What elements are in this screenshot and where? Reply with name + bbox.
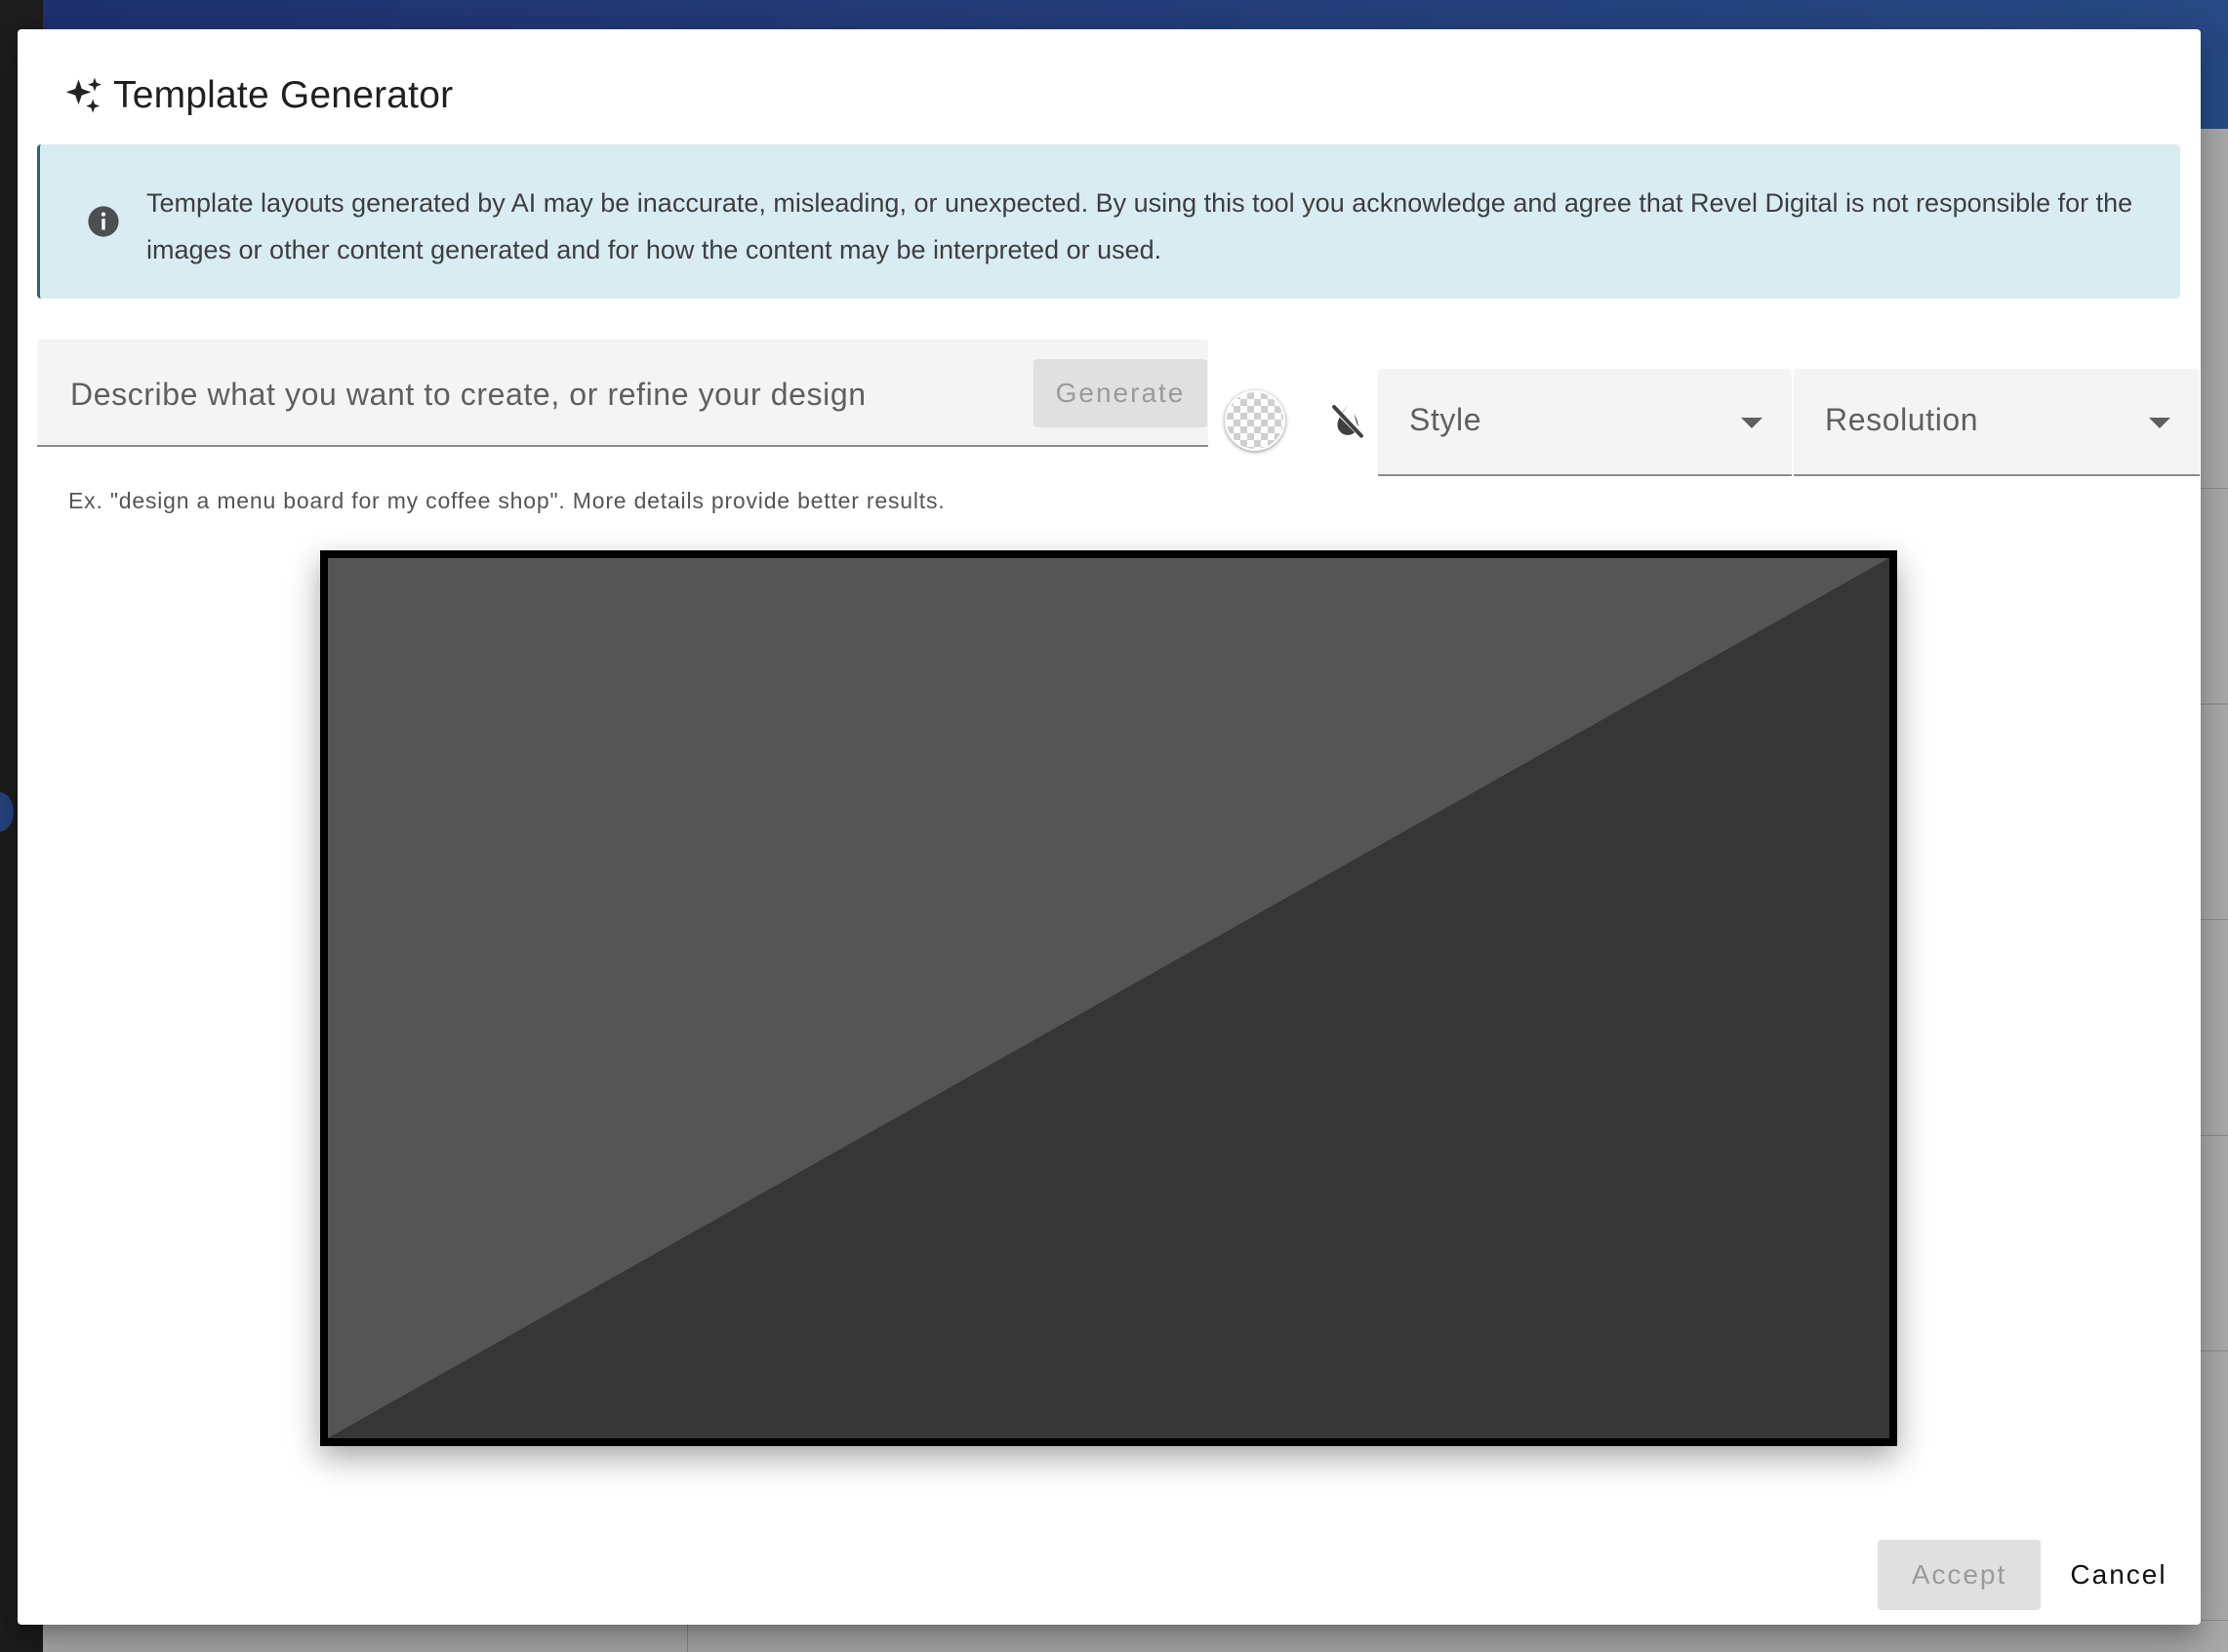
ai-disclaimer-alert: Template layouts generated by AI may be … [37, 144, 2180, 299]
cancel-button[interactable]: Cancel [2055, 1540, 2182, 1610]
dialog-header: Template Generator [62, 68, 453, 123]
prompt-input[interactable] [68, 369, 1009, 420]
style-select[interactable]: Style [1378, 369, 1792, 476]
prompt-field: Generate [37, 340, 1208, 447]
chevron-down-icon [1741, 418, 1762, 428]
disclaimer-text: Template layouts generated by AI may be … [146, 188, 2133, 264]
resolution-select-label: Resolution [1825, 402, 1979, 437]
resolution-select[interactable]: Resolution [1794, 369, 2200, 476]
background-color-swatch[interactable] [1225, 390, 1285, 451]
sparkles-icon [62, 74, 105, 117]
generate-button[interactable]: Generate [1033, 359, 1207, 427]
accept-button[interactable]: Accept [1878, 1540, 2041, 1610]
style-select-label: Style [1409, 402, 1482, 437]
template-generator-dialog: Template Generator Template layouts gene… [18, 29, 2201, 1625]
format-color-reset-icon[interactable] [1327, 400, 1368, 441]
info-icon [87, 205, 120, 238]
preview-placeholder [320, 550, 1897, 1446]
template-preview [320, 550, 1897, 1446]
chevron-down-icon [2149, 418, 2170, 428]
prompt-helper-text: Ex. "design a menu board for my coffee s… [68, 488, 946, 513]
dialog-title: Template Generator [113, 74, 454, 116]
